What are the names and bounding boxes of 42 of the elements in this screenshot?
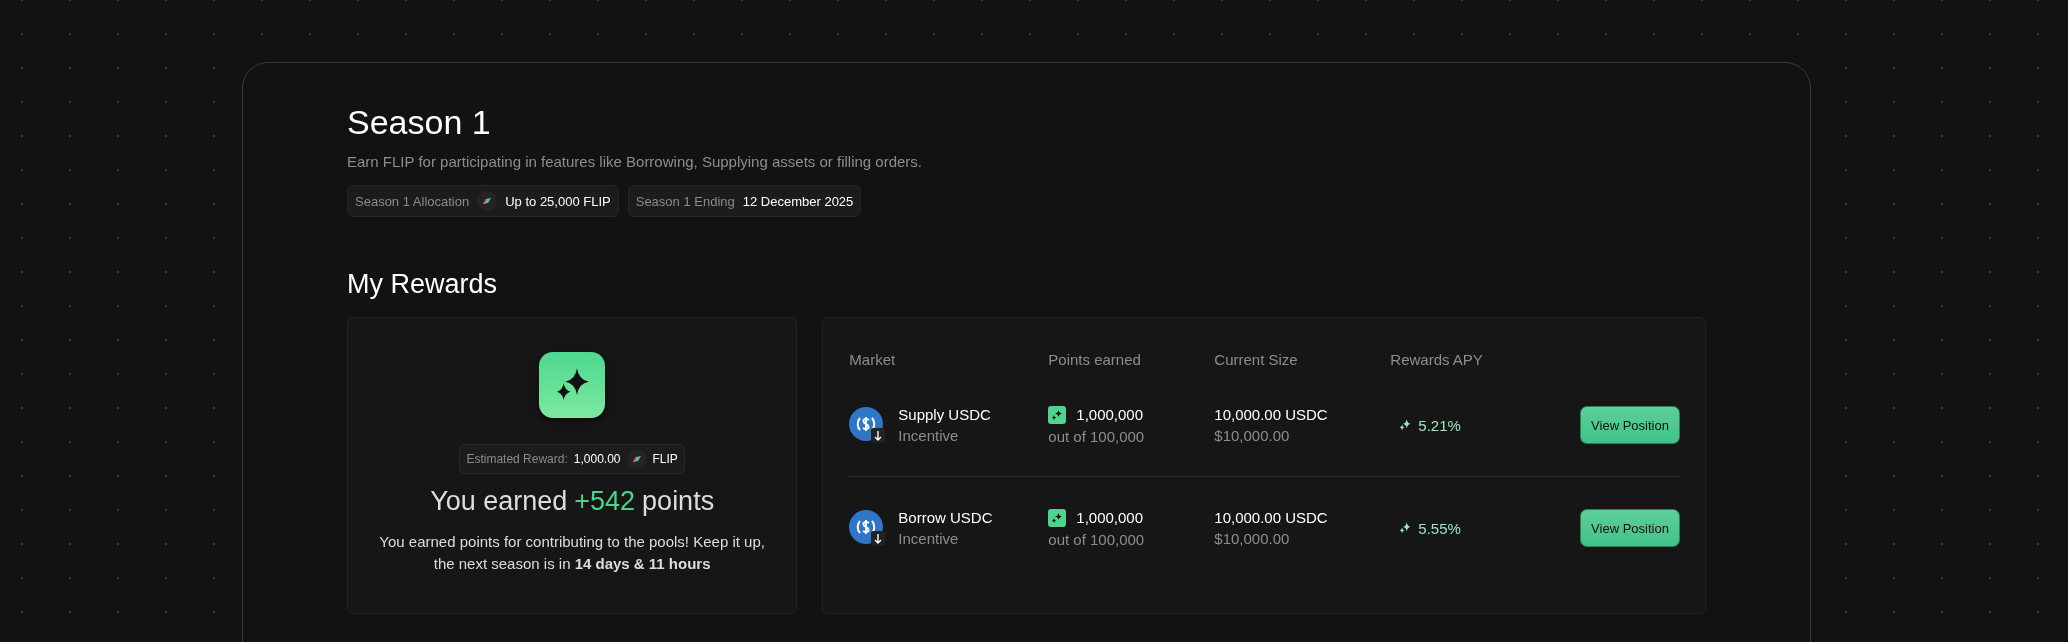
- column-header: Current Size: [1214, 350, 1299, 368]
- view-position-button[interactable]: View Position: [1580, 406, 1680, 444]
- chip-label: Season 1 Allocation: [355, 193, 470, 209]
- sparkle-icon: [1398, 521, 1413, 535]
- points-total: out of 100,000: [1048, 530, 1146, 548]
- earned-points: +542: [574, 486, 636, 517]
- size-usd: $10,000.00: [1214, 530, 1291, 547]
- sparkle-icon: [1048, 405, 1067, 424]
- market-name: Borrow USDC: [898, 509, 993, 526]
- column-header: Market: [849, 350, 897, 368]
- chip-value: Up to 25,000 FLIP: [505, 193, 611, 209]
- season-note: You earned points for contributing to the pools! Keep it up, the next season is in 14 days & 11 hours: [378, 532, 766, 574]
- earned-unit: points: [642, 486, 715, 517]
- estimate-value: 1,000.00: [573, 452, 621, 466]
- market-name: Supply USDC: [898, 406, 991, 423]
- size-amount: 10,000.00 USDC: [1214, 509, 1329, 526]
- page-title: Season 1: [347, 102, 492, 143]
- token-logo-icon: [626, 449, 647, 469]
- apy-value: 5.55%: [1418, 519, 1461, 537]
- column-header: Rewards APY: [1390, 350, 1484, 368]
- section-title: My Rewards: [347, 268, 499, 301]
- points-earned: 1,000,000: [1076, 509, 1144, 526]
- points-earned: 1,000,000: [1076, 406, 1144, 423]
- earned-text: You earned: [430, 486, 568, 517]
- sparkle-icon: [1048, 508, 1067, 527]
- view-position-button[interactable]: View Position: [1580, 509, 1680, 547]
- sparkle-icon: [1398, 418, 1413, 432]
- chip-label: Season 1 Ending: [635, 193, 735, 209]
- estimate-label: Estimated Reward:: [466, 452, 568, 466]
- apy-value: 5.21%: [1418, 416, 1461, 434]
- size-usd: $10,000.00: [1214, 427, 1291, 444]
- market-type: Incentive: [898, 530, 960, 547]
- usdc-coin-icon: [849, 510, 886, 546]
- token-name: FLIP: [652, 452, 678, 466]
- page-subtitle: Earn FLIP for participating in features like Borrowing, Supplying assets or filling orders.: [347, 153, 923, 170]
- column-header: Points earned: [1048, 350, 1142, 368]
- chip-value: 12 December 2025: [742, 193, 854, 209]
- usdc-coin-icon: [849, 407, 886, 443]
- points-total: out of 100,000: [1048, 427, 1146, 445]
- token-logo-icon: [477, 191, 498, 211]
- size-amount: 10,000.00 USDC: [1214, 406, 1329, 423]
- market-type: Incentive: [898, 427, 960, 444]
